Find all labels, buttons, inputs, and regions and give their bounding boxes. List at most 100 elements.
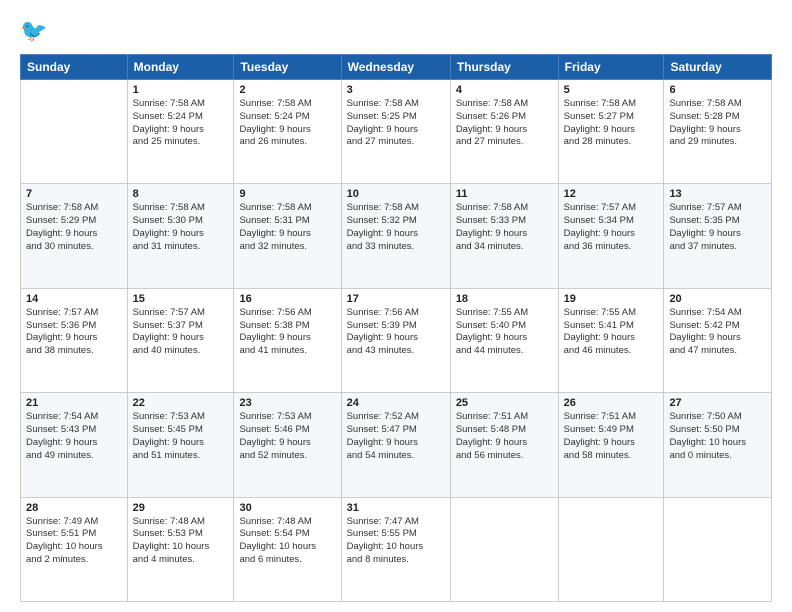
day-number: 6 bbox=[669, 84, 766, 96]
day-number: 16 bbox=[239, 293, 335, 305]
day-info: Sunrise: 7:58 AM Sunset: 5:24 PM Dayligh… bbox=[239, 98, 335, 149]
calendar-cell bbox=[21, 80, 128, 184]
day-number: 25 bbox=[456, 397, 553, 409]
day-number: 17 bbox=[347, 293, 445, 305]
calendar-cell: 7 Sunrise: 7:58 AM Sunset: 5:29 PM Daylig… bbox=[21, 184, 128, 288]
calendar-cell: 4 Sunrise: 7:58 AM Sunset: 5:26 PM Daylig… bbox=[450, 80, 558, 184]
day-number: 1 bbox=[133, 84, 229, 96]
calendar-cell: 25Sunrise: 7:51 AM Sunset: 5:48 PM Dayli… bbox=[450, 393, 558, 497]
day-info: Sunrise: 7:58 AM Sunset: 5:26 PM Dayligh… bbox=[456, 98, 553, 149]
day-info: Sunrise: 7:48 AM Sunset: 5:54 PM Dayligh… bbox=[239, 516, 335, 567]
day-info: Sunrise: 7:53 AM Sunset: 5:46 PM Dayligh… bbox=[239, 411, 335, 462]
calendar-cell: 18 Sunrise: 7:55 AM Sunset: 5:40 PM Dayli… bbox=[450, 288, 558, 392]
day-info: Sunrise: 7:58 AM Sunset: 5:24 PM Dayligh… bbox=[133, 98, 229, 149]
day-number: 7 bbox=[26, 188, 122, 200]
day-info: Sunrise: 7:57 AM Sunset: 5:35 PM Dayligh… bbox=[669, 202, 766, 253]
day-number: 20 bbox=[669, 293, 766, 305]
calendar-cell: 17 Sunrise: 7:56 AM Sunset: 5:39 PM Dayli… bbox=[341, 288, 450, 392]
calendar-cell: 9 Sunrise: 7:58 AM Sunset: 5:31 PM Daylig… bbox=[234, 184, 341, 288]
calendar-cell: 27 Sunrise: 7:50 AM Sunset: 5:50 PM Dayli… bbox=[664, 393, 772, 497]
calendar-cell: 13Sunrise: 7:57 AM Sunset: 5:35 PM Dayli… bbox=[664, 184, 772, 288]
day-info: Sunrise: 7:49 AM Sunset: 5:51 PM Dayligh… bbox=[26, 516, 122, 567]
day-info: Sunrise: 7:51 AM Sunset: 5:49 PM Dayligh… bbox=[564, 411, 659, 462]
day-number: 12 bbox=[564, 188, 659, 200]
day-info: Sunrise: 7:57 AM Sunset: 5:36 PM Dayligh… bbox=[26, 307, 122, 358]
day-number: 22 bbox=[133, 397, 229, 409]
day-number: 11 bbox=[456, 188, 553, 200]
calendar-cell bbox=[558, 497, 664, 601]
day-number: 24 bbox=[347, 397, 445, 409]
day-info: Sunrise: 7:50 AM Sunset: 5:50 PM Dayligh… bbox=[669, 411, 766, 462]
day-number: 27 bbox=[669, 397, 766, 409]
day-number: 19 bbox=[564, 293, 659, 305]
weekday-header-saturday: Saturday bbox=[664, 55, 772, 80]
day-number: 15 bbox=[133, 293, 229, 305]
weekday-header-monday: Monday bbox=[127, 55, 234, 80]
day-info: Sunrise: 7:58 AM Sunset: 5:31 PM Dayligh… bbox=[239, 202, 335, 253]
calendar-cell: 28 Sunrise: 7:49 AM Sunset: 5:51 PM Dayli… bbox=[21, 497, 128, 601]
day-info: Sunrise: 7:53 AM Sunset: 5:45 PM Dayligh… bbox=[133, 411, 229, 462]
day-info: Sunrise: 7:58 AM Sunset: 5:33 PM Dayligh… bbox=[456, 202, 553, 253]
day-info: Sunrise: 7:57 AM Sunset: 5:37 PM Dayligh… bbox=[133, 307, 229, 358]
header: 🐦 bbox=[20, 18, 772, 44]
calendar-cell: 22 Sunrise: 7:53 AM Sunset: 5:45 PM Dayli… bbox=[127, 393, 234, 497]
day-number: 26 bbox=[564, 397, 659, 409]
day-info: Sunrise: 7:58 AM Sunset: 5:30 PM Dayligh… bbox=[133, 202, 229, 253]
day-info: Sunrise: 7:56 AM Sunset: 5:38 PM Dayligh… bbox=[239, 307, 335, 358]
calendar-cell: 23 Sunrise: 7:53 AM Sunset: 5:46 PM Dayli… bbox=[234, 393, 341, 497]
day-number: 28 bbox=[26, 502, 122, 514]
day-info: Sunrise: 7:58 AM Sunset: 5:29 PM Dayligh… bbox=[26, 202, 122, 253]
calendar-cell: 20 Sunrise: 7:54 AM Sunset: 5:42 PM Dayli… bbox=[664, 288, 772, 392]
calendar-cell: 12 Sunrise: 7:57 AM Sunset: 5:34 PM Dayli… bbox=[558, 184, 664, 288]
day-number: 23 bbox=[239, 397, 335, 409]
day-number: 31 bbox=[347, 502, 445, 514]
logo: 🐦 bbox=[20, 18, 51, 44]
calendar-cell: 3Sunrise: 7:58 AM Sunset: 5:25 PM Daylig… bbox=[341, 80, 450, 184]
weekday-header-thursday: Thursday bbox=[450, 55, 558, 80]
day-number: 10 bbox=[347, 188, 445, 200]
calendar-cell: 5 Sunrise: 7:58 AM Sunset: 5:27 PM Daylig… bbox=[558, 80, 664, 184]
day-info: Sunrise: 7:54 AM Sunset: 5:42 PM Dayligh… bbox=[669, 307, 766, 358]
calendar-cell: 31 Sunrise: 7:47 AM Sunset: 5:55 PM Dayli… bbox=[341, 497, 450, 601]
calendar-cell: 16 Sunrise: 7:56 AM Sunset: 5:38 PM Dayli… bbox=[234, 288, 341, 392]
day-info: Sunrise: 7:58 AM Sunset: 5:25 PM Dayligh… bbox=[347, 98, 445, 149]
weekday-header-wednesday: Wednesday bbox=[341, 55, 450, 80]
day-number: 5 bbox=[564, 84, 659, 96]
calendar-cell: 29 Sunrise: 7:48 AM Sunset: 5:53 PM Dayli… bbox=[127, 497, 234, 601]
calendar-cell: 8 Sunrise: 7:58 AM Sunset: 5:30 PM Daylig… bbox=[127, 184, 234, 288]
calendar-cell: 21 Sunrise: 7:54 AM Sunset: 5:43 PM Dayli… bbox=[21, 393, 128, 497]
calendar-page: 🐦 SundayMondayTuesdayWednesdayThursdayFr… bbox=[0, 0, 792, 612]
day-number: 29 bbox=[133, 502, 229, 514]
calendar-table: SundayMondayTuesdayWednesdayThursdayFrid… bbox=[20, 54, 772, 602]
day-number: 14 bbox=[26, 293, 122, 305]
day-info: Sunrise: 7:54 AM Sunset: 5:43 PM Dayligh… bbox=[26, 411, 122, 462]
weekday-header-friday: Friday bbox=[558, 55, 664, 80]
day-number: 4 bbox=[456, 84, 553, 96]
day-number: 30 bbox=[239, 502, 335, 514]
day-info: Sunrise: 7:58 AM Sunset: 5:27 PM Dayligh… bbox=[564, 98, 659, 149]
weekday-header-sunday: Sunday bbox=[21, 55, 128, 80]
day-info: Sunrise: 7:52 AM Sunset: 5:47 PM Dayligh… bbox=[347, 411, 445, 462]
weekday-header-tuesday: Tuesday bbox=[234, 55, 341, 80]
logo-icon: 🐦 bbox=[20, 18, 47, 44]
day-number: 8 bbox=[133, 188, 229, 200]
calendar-cell bbox=[450, 497, 558, 601]
day-number: 21 bbox=[26, 397, 122, 409]
day-number: 2 bbox=[239, 84, 335, 96]
day-info: Sunrise: 7:48 AM Sunset: 5:53 PM Dayligh… bbox=[133, 516, 229, 567]
calendar-cell: 2 Sunrise: 7:58 AM Sunset: 5:24 PM Daylig… bbox=[234, 80, 341, 184]
day-info: Sunrise: 7:55 AM Sunset: 5:41 PM Dayligh… bbox=[564, 307, 659, 358]
calendar-cell: 1 Sunrise: 7:58 AM Sunset: 5:24 PM Daylig… bbox=[127, 80, 234, 184]
day-info: Sunrise: 7:58 AM Sunset: 5:28 PM Dayligh… bbox=[669, 98, 766, 149]
calendar-cell: 24 Sunrise: 7:52 AM Sunset: 5:47 PM Dayli… bbox=[341, 393, 450, 497]
day-info: Sunrise: 7:56 AM Sunset: 5:39 PM Dayligh… bbox=[347, 307, 445, 358]
calendar-cell: 11 Sunrise: 7:58 AM Sunset: 5:33 PM Dayli… bbox=[450, 184, 558, 288]
day-info: Sunrise: 7:47 AM Sunset: 5:55 PM Dayligh… bbox=[347, 516, 445, 567]
day-number: 9 bbox=[239, 188, 335, 200]
calendar-cell: 30 Sunrise: 7:48 AM Sunset: 5:54 PM Dayli… bbox=[234, 497, 341, 601]
day-info: Sunrise: 7:55 AM Sunset: 5:40 PM Dayligh… bbox=[456, 307, 553, 358]
day-info: Sunrise: 7:58 AM Sunset: 5:32 PM Dayligh… bbox=[347, 202, 445, 253]
day-number: 18 bbox=[456, 293, 553, 305]
day-info: Sunrise: 7:57 AM Sunset: 5:34 PM Dayligh… bbox=[564, 202, 659, 253]
calendar-cell: 10 Sunrise: 7:58 AM Sunset: 5:32 PM Dayli… bbox=[341, 184, 450, 288]
